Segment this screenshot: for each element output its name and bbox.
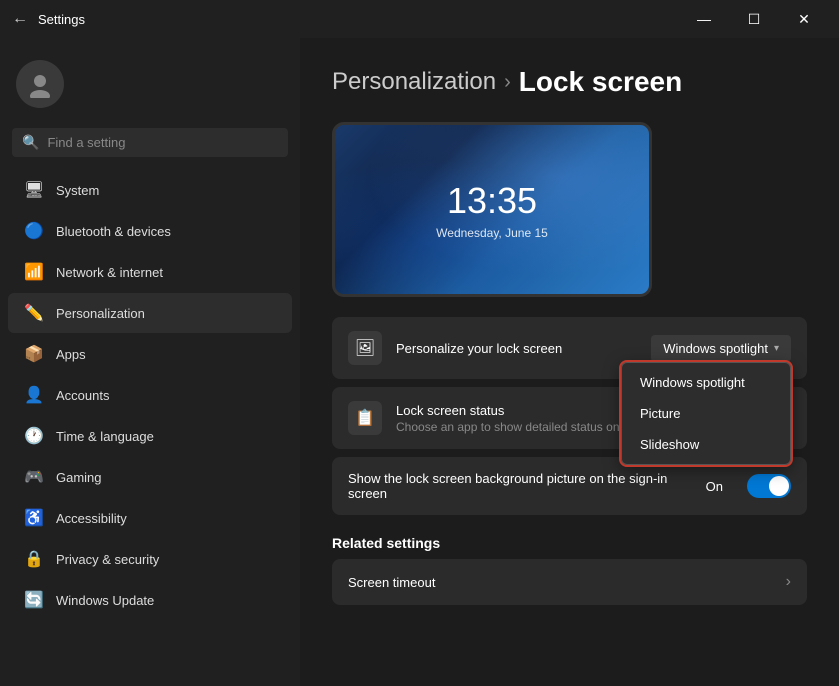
dropdown-item-picture[interactable]: Picture [626,398,786,429]
screen-timeout-text: Screen timeout [348,575,772,590]
search-icon: 🔍 [22,134,39,151]
personalize-icon: 🖼 [348,331,382,365]
personalize-text: Personalize your lock screen [396,341,637,356]
personalize-dropdown-menu: Windows spotlight Picture Slideshow [621,362,791,465]
titlebar-title: Settings [38,12,85,27]
update-icon: 🔄 [24,590,44,610]
privacy-icon: 🔒 [24,549,44,569]
breadcrumb-current: Lock screen [519,66,682,98]
app-body: 🔍 🖥 System 🔵 Bluetooth & devices 📶 Netwo… [0,38,839,686]
titlebar-left: ← Settings [12,10,85,28]
sidebar-label-gaming: Gaming [56,470,102,485]
sidebar-label-system: System [56,183,99,198]
personalization-icon: ✏️ [24,303,44,323]
chevron-right-icon: › [786,573,791,591]
sidebar-item-accessibility[interactable]: ♿ Accessibility [8,498,292,538]
breadcrumb-parent: Personalization [332,68,496,96]
background-title: Show the lock screen background picture … [348,471,692,501]
dropdown-item-slideshow[interactable]: Slideshow [626,429,786,460]
sidebar-user [0,50,300,124]
sidebar-item-accounts[interactable]: 👤 Accounts [8,375,292,415]
maximize-button[interactable]: ☐ [731,4,777,34]
background-text: Show the lock screen background picture … [348,471,692,501]
personalize-row: 🖼 Personalize your lock screen Windows s… [332,317,807,379]
back-button[interactable]: ← [12,10,28,28]
close-button[interactable]: ✕ [781,4,827,34]
background-row: Show the lock screen background picture … [332,457,807,515]
sidebar-label-accessibility: Accessibility [56,511,127,526]
minimize-button[interactable]: — [681,4,727,34]
breadcrumb: Personalization › Lock screen [332,66,807,98]
toggle-label: On [706,479,723,494]
background-toggle[interactable] [747,474,791,498]
bluetooth-icon: 🔵 [24,221,44,241]
titlebar-controls: — ☐ ✕ [681,4,827,34]
gaming-icon: 🎮 [24,467,44,487]
search-box[interactable]: 🔍 [12,128,288,157]
accessibility-icon: ♿ [24,508,44,528]
toggle-knob [769,476,789,496]
personalize-dropdown-wrapper: Windows spotlight Windows spotlight Pict… [651,335,791,362]
sidebar-label-privacy: Privacy & security [56,552,159,567]
lock-date: Wednesday, June 15 [436,226,548,240]
system-icon: 🖥 [24,180,44,200]
sidebar-item-gaming[interactable]: 🎮 Gaming [8,457,292,497]
nav-list: 🖥 System 🔵 Bluetooth & devices 📶 Network… [0,169,300,621]
sidebar-label-time: Time & language [56,429,154,444]
dropdown-item-spotlight[interactable]: Windows spotlight [626,367,786,398]
related-settings-card: Screen timeout › [332,559,807,605]
screen-timeout-row[interactable]: Screen timeout › [332,559,807,605]
time-icon: 🕐 [24,426,44,446]
lock-preview: 13:35 Wednesday, June 15 [332,122,652,297]
sidebar-item-personalization[interactable]: ✏️ Personalization [8,293,292,333]
sidebar-label-apps: Apps [56,347,86,362]
search-input[interactable] [47,135,278,150]
sidebar-item-apps[interactable]: 📦 Apps [8,334,292,374]
related-settings-title: Related settings [332,535,807,551]
status-icon: 📋 [348,401,382,435]
personalize-title: Personalize your lock screen [396,341,637,356]
apps-icon: 📦 [24,344,44,364]
sidebar-item-bluetooth[interactable]: 🔵 Bluetooth & devices [8,211,292,251]
sidebar-item-time[interactable]: 🕐 Time & language [8,416,292,456]
personalize-dropdown[interactable]: Windows spotlight [651,335,791,362]
sidebar: 🔍 🖥 System 🔵 Bluetooth & devices 📶 Netwo… [0,38,300,686]
sidebar-item-system[interactable]: 🖥 System [8,170,292,210]
titlebar: ← Settings — ☐ ✕ [0,0,839,38]
breadcrumb-sep: › [504,71,511,94]
sidebar-label-bluetooth: Bluetooth & devices [56,224,171,239]
background-card: Show the lock screen background picture … [332,457,807,515]
sidebar-label-update: Windows Update [56,593,154,608]
sidebar-item-network[interactable]: 📶 Network & internet [8,252,292,292]
accounts-icon: 👤 [24,385,44,405]
sidebar-label-accounts: Accounts [56,388,109,403]
personalize-card: 🖼 Personalize your lock screen Windows s… [332,317,807,379]
sidebar-label-personalization: Personalization [56,306,145,321]
sidebar-item-privacy[interactable]: 🔒 Privacy & security [8,539,292,579]
avatar [16,60,64,108]
sidebar-item-update[interactable]: 🔄 Windows Update [8,580,292,620]
sidebar-label-network: Network & internet [56,265,163,280]
content: Personalization › Lock screen 13:35 Wedn… [300,38,839,686]
network-icon: 📶 [24,262,44,282]
lock-time: 13:35 [447,180,537,222]
screen-timeout-title: Screen timeout [348,575,772,590]
